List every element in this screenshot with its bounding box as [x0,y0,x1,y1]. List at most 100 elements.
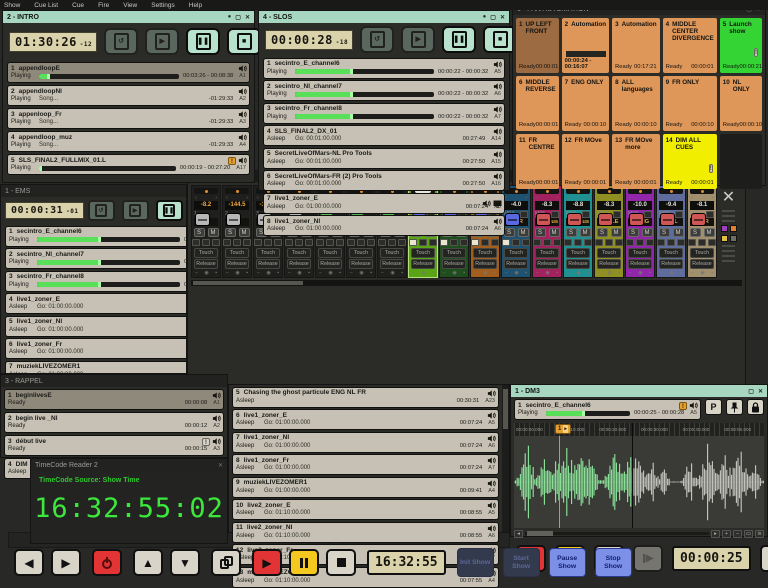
vertical-scrollbar[interactable] [502,385,509,532]
cue-row[interactable]: 3début live!Ready00:00:15A3 [4,435,224,456]
cue-row[interactable]: 4appendloop_muzPlayingSong...-01:29:33A4 [7,131,250,152]
mixer-strip-nl[interactable]: ‹›-144.52NLSMTouchRelease−◉▪ [222,185,252,278]
minimize-icon[interactable]: − [381,270,384,276]
window-titlebar[interactable]: 3 - RAPPEL [1,375,227,387]
release-button[interactable]: Release [194,259,218,269]
fader-handle[interactable] [536,213,551,226]
close-icon[interactable]: ▪ [711,270,713,276]
cue-row[interactable]: 4SLS_FINAL2_DX_01AsleepGo: 00:01:00.0000… [263,125,505,146]
window-titlebar[interactable]: 2 - INTRO ● ▢ ✕ [3,11,254,23]
close-icon[interactable]: ▪ [246,270,248,276]
touch-button[interactable]: Touch [194,248,218,258]
automation-mode-button[interactable] [192,239,200,246]
cue-progressbar[interactable] [37,237,180,242]
release-button[interactable]: Release [690,259,714,269]
db-toggle[interactable] [675,211,683,218]
zoom-out-icon[interactable]: − [733,530,742,538]
automation-mode-button[interactable] [398,239,406,246]
automation-mode-button[interactable] [274,239,282,246]
cue-row[interactable]: 9muziekLIVEZOMER1AsleepGo: 01:00:00.0000… [232,477,499,498]
release-button[interactable]: Release [504,259,528,269]
automation-mode-button[interactable] [574,239,582,246]
automation-mode-button[interactable] [636,239,644,246]
release-button[interactable]: Release [225,259,249,269]
solo-button[interactable]: S [535,228,546,237]
automation-mode-button[interactable] [357,239,365,246]
window-titlebar[interactable]: 1 - EMS [1,185,186,197]
release-button[interactable]: Release [411,259,435,269]
minimize-icon[interactable]: − [660,270,663,276]
maximize-icon[interactable]: ▢ [490,14,496,21]
pan-cue-button[interactable]: 11FR CENTREReady00:00:01 [516,134,559,189]
cue-row[interactable]: 7live1_zoner_EAsleepGo: 01:00:00.00000:0… [263,193,505,214]
fader-handle[interactable] [567,213,582,226]
solo-button[interactable]: S [225,228,236,237]
touch-button[interactable]: Touch [535,248,559,258]
release-button[interactable]: Release [442,259,466,269]
automation-mode-button[interactable] [584,239,592,246]
automation-mode-button[interactable] [502,239,510,246]
cue-row[interactable]: 6live1_zoner_FrAsleepGo: 01:00:00.000 [5,338,187,359]
cue-progressbar[interactable] [37,282,180,287]
window-titlebar[interactable]: TimeCode Reader 2 ✕ [31,459,227,471]
minimize-icon[interactable]: − [691,270,694,276]
close-icon[interactable]: ▪ [649,270,651,276]
automation-mode-button[interactable] [667,239,675,246]
automation-mode-button[interactable] [646,239,654,246]
solo-button[interactable]: S [659,228,670,237]
pan-cue-button[interactable]: 2Automation00:00:24 - 00:16:07 [562,18,610,73]
release-button[interactable]: Release [535,259,559,269]
cue-progressbar[interactable] [295,69,434,74]
next-cue-button[interactable]: ▶ [51,549,81,576]
automation-mode-button[interactable] [336,239,344,246]
touch-button[interactable]: Touch [380,248,404,258]
minimize-icon[interactable]: − [474,270,477,276]
sidebar-item[interactable] [722,255,735,257]
cue-row[interactable]: 3secintro_Fr_channel8Playing00:00:22 - 0… [5,271,187,292]
menu-item-settings[interactable]: Settings [151,2,175,9]
automation-mode-button[interactable] [378,239,386,246]
sidebar-item[interactable] [722,210,735,212]
touch-button[interactable]: Touch [287,248,311,258]
pan-cue-button[interactable]: 13FR MOve moreReady00:00:01 [612,134,660,189]
automation-mode-button[interactable] [223,239,231,246]
stop-show-button[interactable]: Stop Show [595,548,632,577]
mute-button[interactable]: M [580,228,591,237]
automation-mode-button[interactable] [316,239,324,246]
window-titlebar[interactable]: 1 - DM3 ▢ ✕ [511,385,767,397]
close-icon[interactable]: ✕ [500,14,505,21]
cue-row[interactable]: 5live1_zoner_NlAsleepGo: 01:00:00.000 [5,316,187,337]
menu-item-view[interactable]: View [123,2,137,9]
cue-progressbar[interactable] [546,411,630,416]
minimize-icon[interactable]: − [412,270,415,276]
move-up-button[interactable]: ▲ [133,549,163,576]
minimize-icon[interactable]: − [288,270,291,276]
cue-progressbar[interactable] [295,114,434,119]
pan-cue-button[interactable]: 3AutomationReady00:17:21 [612,18,660,73]
move-down-button[interactable]: ▼ [170,549,200,576]
touch-button[interactable]: Touch [318,248,342,258]
close-icon[interactable]: ✕ [245,14,250,21]
cue-row[interactable]: 7muziekLIVEZOMER1AsleepGo: 01:00:00.000 [5,361,187,375]
mixer-hscrollbar[interactable] [191,280,742,286]
pause-show-button[interactable]: Pause Show [549,548,586,577]
sidebar-item[interactable] [722,220,735,222]
waveform-hscrollbar[interactable] [525,532,709,535]
minimize-icon[interactable]: − [629,270,632,276]
pause-cue-button[interactable]: ❚❚ [186,28,220,55]
automation-mode-button[interactable] [553,239,561,246]
fader-handle[interactable] [660,213,675,226]
release-button[interactable]: Release [659,259,683,269]
touch-button[interactable]: Touch [349,248,373,258]
touch-button[interactable]: Touch [597,248,621,258]
pin-icon[interactable]: ● [228,14,232,20]
cue-row[interactable]: 1beginlivesEReady00:00:08A1 [4,389,224,410]
pan-cue-button[interactable]: 5Launch showReady00:00:21! [720,18,762,73]
mute-button[interactable]: M [704,228,715,237]
cue-progressbar[interactable] [39,166,176,171]
automation-mode-button[interactable] [677,239,685,246]
pan-cue-button[interactable]: 10NL ONLYReady00:00:10 [720,76,762,131]
sidebar-item[interactable] [722,260,735,262]
release-button[interactable]: Release [256,259,280,269]
mute-button[interactable]: M [239,228,250,237]
